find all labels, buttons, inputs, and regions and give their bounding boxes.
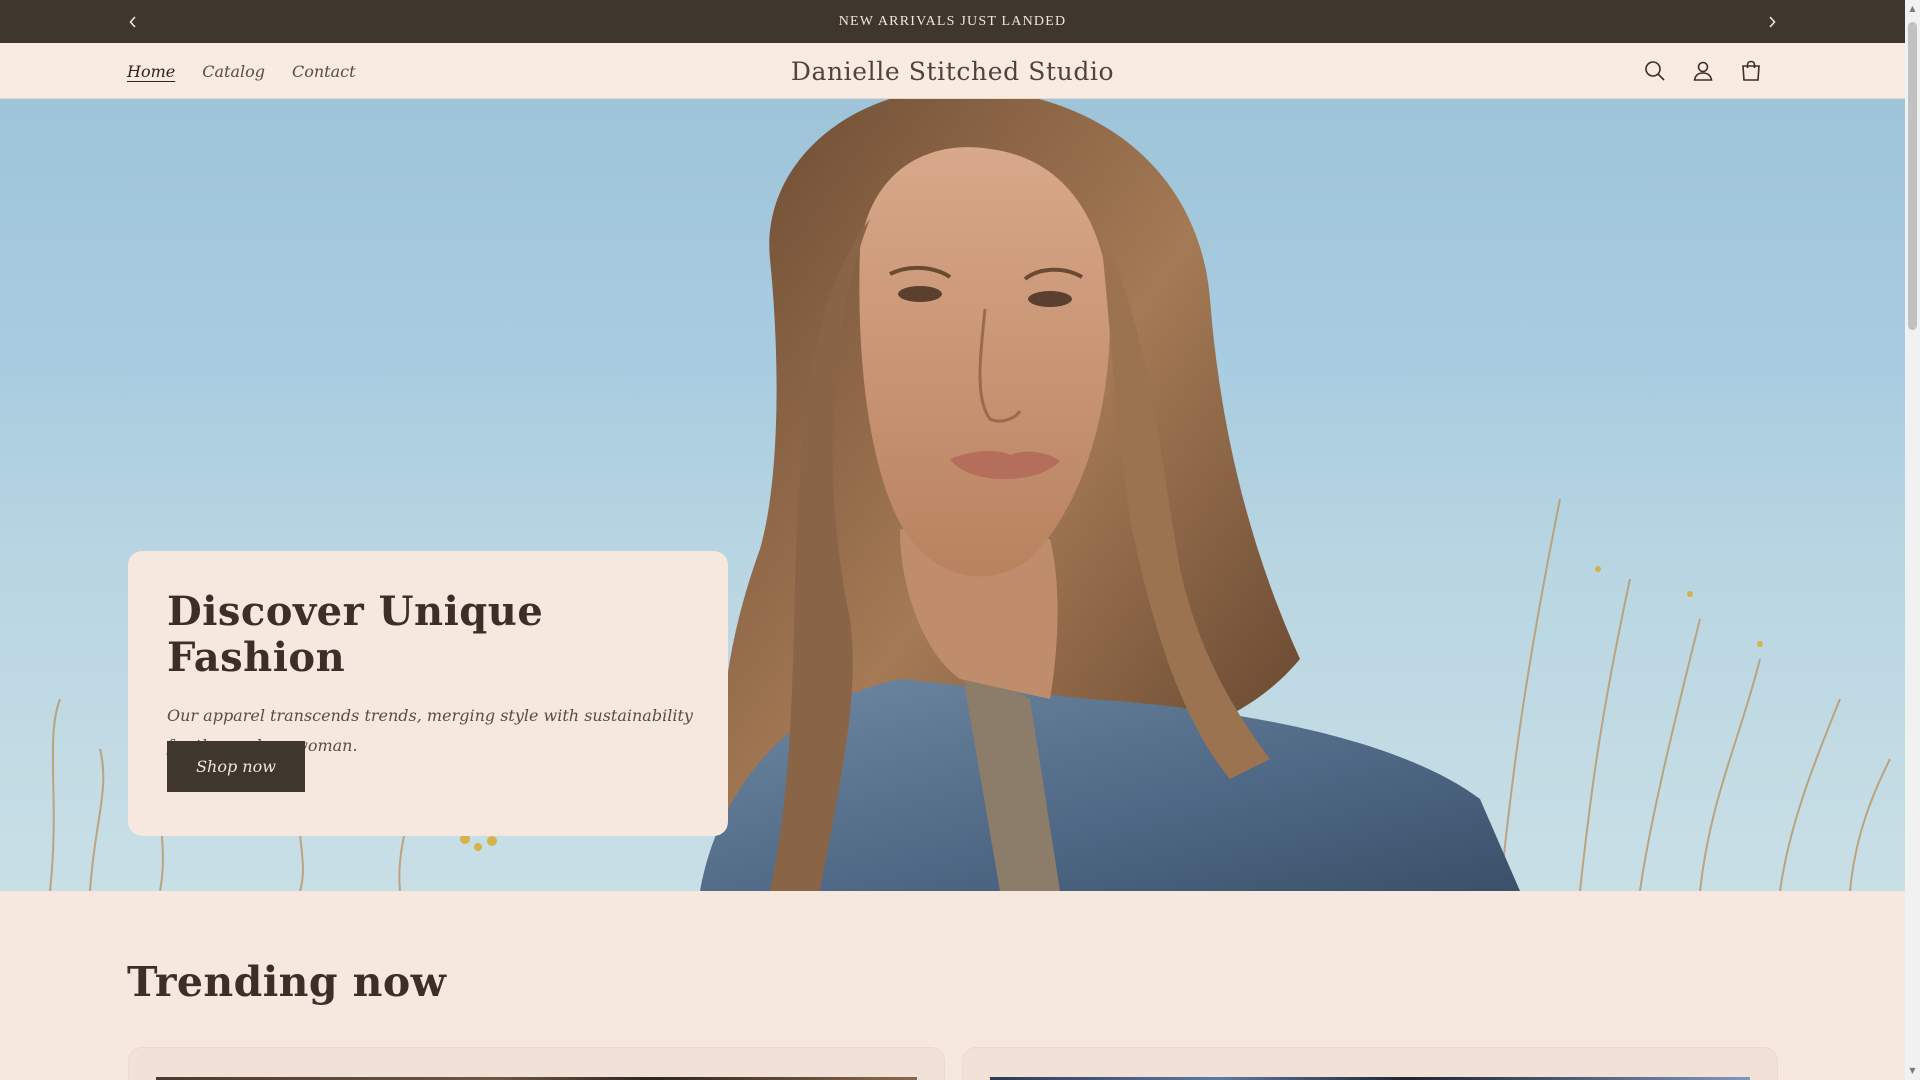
nav-link-home[interactable]: Home	[127, 62, 175, 81]
nav-link-catalog[interactable]: Catalog	[202, 62, 265, 81]
scrollbar-thumb[interactable]	[1908, 22, 1917, 330]
trending-product-card[interactable]	[962, 1047, 1778, 1080]
announcement-prev-button[interactable]	[113, 0, 153, 43]
announcement-message: NEW ARRIVALS JUST LANDED	[838, 13, 1067, 29]
hero-content-card: Discover Unique Fashion Our apparel tran…	[128, 551, 728, 836]
scroll-down-arrow-icon[interactable]: ▼	[1908, 1066, 1917, 1076]
scroll-up-arrow-icon[interactable]: ▲	[1908, 4, 1917, 14]
cart-icon	[1742, 60, 1760, 81]
hero-title: Discover Unique Fashion	[167, 588, 544, 681]
site-header: Danielle Stitched Studio Home Catalog Co…	[0, 43, 1905, 99]
announcement-bar: NEW ARRIVALS JUST LANDED	[0, 0, 1905, 43]
page-scrollbar[interactable]: ▲ ▼	[1905, 0, 1920, 1080]
announcement-next-button[interactable]	[1752, 0, 1792, 43]
account-icon	[1693, 61, 1713, 81]
account-button[interactable]	[1688, 56, 1718, 86]
cart-button[interactable]	[1736, 56, 1766, 86]
chevron-left-icon	[129, 15, 136, 28]
chevron-right-icon	[1769, 15, 1776, 28]
search-button[interactable]	[1640, 56, 1670, 86]
main-nav: Home Catalog Contact	[127, 43, 356, 99]
header-icons	[1640, 43, 1766, 99]
trending-product-card[interactable]	[128, 1047, 945, 1080]
search-icon	[1645, 61, 1665, 81]
shop-now-button[interactable]: Shop now	[167, 741, 305, 792]
nav-link-contact[interactable]: Contact	[292, 62, 356, 81]
hero-banner: Discover Unique Fashion Our apparel tran…	[0, 99, 1905, 891]
trending-title: Trending now	[127, 958, 447, 1006]
